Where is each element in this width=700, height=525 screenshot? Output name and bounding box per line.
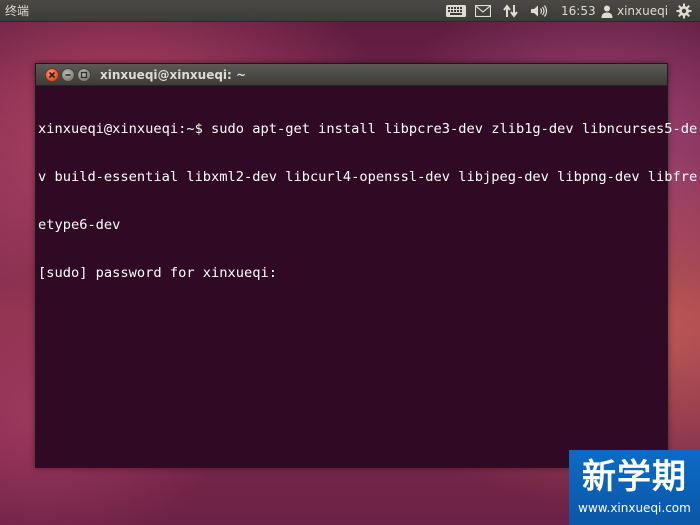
keyboard-icon[interactable] — [446, 3, 466, 19]
terminal-prompt-line: [sudo] password for xinxueqi: — [38, 265, 277, 281]
window-title: xinxueqi@xinxueqi: ~ — [100, 68, 247, 82]
volume-icon[interactable] — [530, 3, 548, 19]
close-button[interactable] — [45, 68, 59, 82]
terminal-window[interactable]: xinxueqi@xinxueqi: ~ xinxueqi@xinxueqi:~… — [35, 63, 698, 468]
watermark-url: www.xinxueqi.com — [578, 501, 691, 515]
maximize-button[interactable] — [77, 68, 91, 82]
minimize-button[interactable] — [61, 68, 75, 82]
terminal-output[interactable]: xinxueqi@xinxueqi:~$ sudo apt-get instal… — [36, 86, 698, 313]
watermark-logo: 新学期 www.xinxueqi.com — [569, 450, 700, 525]
terminal-line: xinxueqi@xinxueqi:~$ sudo apt-get instal… — [38, 121, 698, 137]
minimize-icon — [65, 74, 71, 76]
gear-icon[interactable] — [676, 3, 692, 19]
user-menu[interactable]: xinxueqi — [601, 3, 668, 19]
user-icon — [601, 5, 613, 18]
maximize-icon — [80, 71, 88, 79]
app-menu-title[interactable]: 终端 — [5, 3, 29, 19]
network-icon[interactable] — [503, 3, 519, 19]
close-icon — [48, 71, 56, 79]
user-name: xinxueqi — [617, 4, 669, 18]
watermark-title: 新学期 — [582, 457, 687, 497]
window-titlebar[interactable]: xinxueqi@xinxueqi: ~ — [36, 64, 667, 86]
top-panel: 终端 16:53 xinxueqi — [0, 0, 700, 22]
clock[interactable]: 16:53 — [561, 3, 596, 19]
mail-icon[interactable] — [475, 3, 491, 19]
terminal-line: v build-essential libxml2-dev libcurl4-o… — [38, 169, 698, 185]
terminal-line: etype6-dev — [38, 217, 121, 233]
